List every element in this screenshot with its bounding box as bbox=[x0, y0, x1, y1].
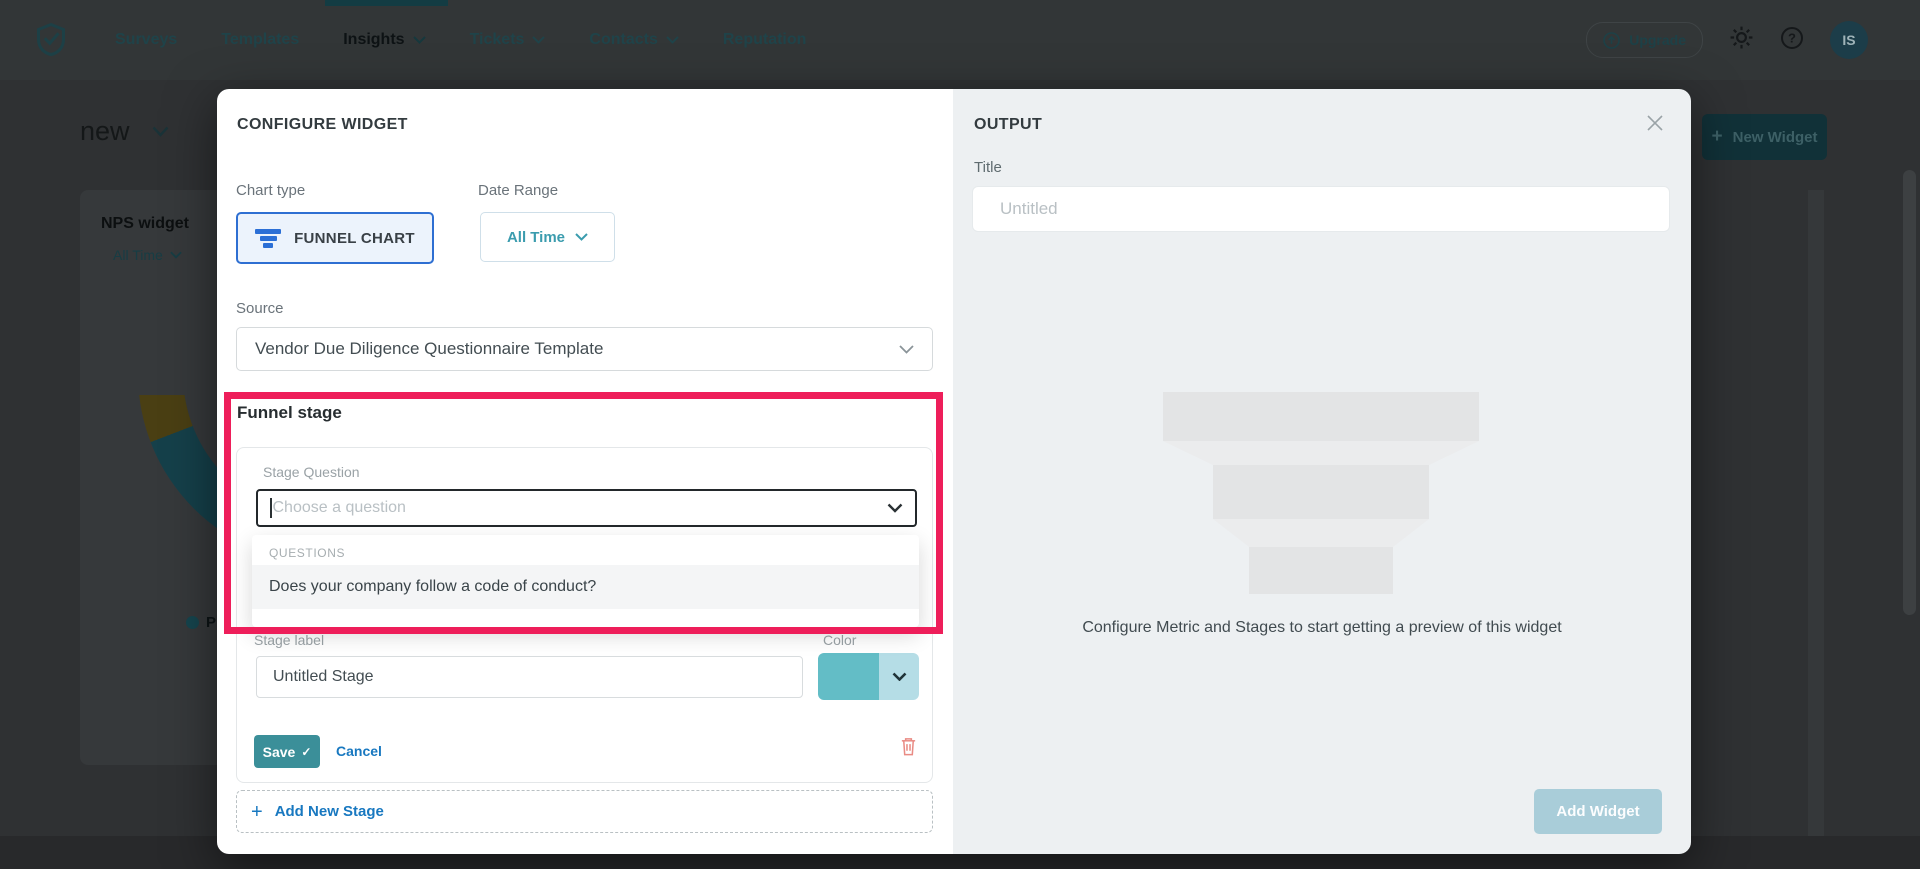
chart-type-funnel-button[interactable]: FUNNEL CHART bbox=[236, 212, 434, 264]
brand-shield-logo-icon[interactable] bbox=[36, 23, 66, 61]
config-panel: CONFIGURE WIDGET Chart type FUNNEL CHART… bbox=[217, 89, 953, 854]
configure-widget-modal: CONFIGURE WIDGET Chart type FUNNEL CHART… bbox=[217, 89, 1691, 854]
funnel-chart-icon bbox=[255, 229, 281, 248]
widget-title-input[interactable] bbox=[972, 186, 1670, 232]
plus-icon: + bbox=[251, 802, 263, 822]
plus-icon: + bbox=[1712, 126, 1723, 148]
output-panel: OUTPUT Title Configure Metric and Stages… bbox=[953, 89, 1691, 854]
funnel-placeholder-bar bbox=[1249, 547, 1393, 594]
chevron-down-icon bbox=[413, 36, 426, 44]
nav-right-cluster: Upgrade ? IS bbox=[1586, 21, 1868, 59]
chevron-down-icon bbox=[666, 36, 679, 44]
output-heading: OUTPUT bbox=[974, 116, 1042, 134]
widget-title-label: Title bbox=[974, 159, 1002, 176]
funnel-placeholder-bar bbox=[1213, 465, 1429, 519]
nps-legend: P bbox=[186, 614, 216, 631]
funnel-placeholder-joint bbox=[1163, 441, 1479, 465]
nav-item-templates[interactable]: Templates bbox=[221, 31, 299, 49]
dropdown-group-label: QUESTIONS bbox=[269, 546, 345, 560]
legend-label: P bbox=[206, 614, 216, 631]
nav-item-reputation[interactable]: Reputation bbox=[723, 31, 807, 49]
nps-date-range[interactable]: All Time bbox=[113, 247, 182, 263]
dashboard-name-dropdown[interactable]: new bbox=[80, 116, 169, 147]
page-title: new bbox=[80, 116, 130, 147]
help-icon[interactable]: ? bbox=[1780, 26, 1804, 55]
funnel-stage-heading: Funnel stage bbox=[237, 403, 342, 423]
chevron-down-icon bbox=[887, 503, 903, 513]
stage-label-label: Stage label bbox=[254, 632, 324, 648]
question-option[interactable]: Does your company follow a code of condu… bbox=[252, 565, 919, 609]
chevron-down-icon bbox=[575, 233, 588, 241]
nav-item-contacts[interactable]: Contacts bbox=[589, 31, 678, 49]
top-navigation: Surveys Templates Insights Tickets Conta… bbox=[0, 0, 1920, 80]
settings-gear-icon[interactable] bbox=[1729, 25, 1754, 55]
stage-editor-card: Stage Question QUESTIONS Does your compa… bbox=[236, 447, 933, 783]
upgrade-arrow-icon bbox=[1603, 32, 1620, 49]
chart-type-label: Chart type bbox=[236, 182, 305, 199]
adjacent-widget-edge bbox=[1808, 190, 1824, 836]
nps-widget-title: NPS widget bbox=[101, 215, 189, 233]
delete-stage-trash-icon[interactable] bbox=[899, 736, 918, 762]
chevron-down-icon bbox=[170, 251, 182, 259]
stage-question-label: Stage Question bbox=[263, 464, 360, 480]
text-cursor bbox=[270, 498, 272, 518]
legend-dot bbox=[186, 616, 199, 629]
cancel-link[interactable]: Cancel bbox=[336, 743, 382, 759]
add-new-stage-button[interactable]: + Add New Stage bbox=[236, 790, 933, 833]
chevron-down-icon bbox=[899, 345, 914, 354]
color-dropdown-section bbox=[879, 653, 919, 700]
new-widget-button[interactable]: + New Widget bbox=[1702, 114, 1827, 160]
upgrade-button[interactable]: Upgrade bbox=[1586, 22, 1703, 58]
selected-color-swatch bbox=[818, 653, 879, 700]
stage-label-input[interactable] bbox=[256, 656, 803, 698]
date-range-label: Date Range bbox=[478, 182, 558, 199]
page-scrollbar[interactable] bbox=[1903, 170, 1916, 615]
funnel-placeholder-bar bbox=[1163, 392, 1479, 441]
config-heading: CONFIGURE WIDGET bbox=[237, 116, 408, 134]
nav-links: Surveys Templates Insights Tickets Conta… bbox=[115, 0, 806, 80]
preview-caption: Configure Metric and Stages to start get… bbox=[953, 619, 1691, 637]
source-select[interactable]: Vendor Due Diligence Questionnaire Templ… bbox=[236, 327, 933, 371]
nav-item-tickets[interactable]: Tickets bbox=[470, 31, 546, 49]
stage-question-input[interactable] bbox=[273, 499, 888, 517]
chevron-down-icon bbox=[532, 36, 545, 44]
add-widget-button[interactable]: Add Widget bbox=[1534, 789, 1662, 834]
source-label: Source bbox=[236, 300, 284, 317]
color-label: Color bbox=[823, 632, 856, 648]
close-icon[interactable] bbox=[1643, 111, 1667, 135]
check-icon: ✓ bbox=[301, 745, 311, 759]
nav-item-insights[interactable]: Insights bbox=[343, 31, 425, 49]
stage-question-combobox[interactable] bbox=[256, 489, 917, 527]
chevron-down-icon bbox=[152, 126, 169, 137]
funnel-placeholder-joint bbox=[1213, 519, 1429, 547]
chevron-down-icon bbox=[892, 672, 907, 681]
svg-text:?: ? bbox=[1788, 30, 1796, 45]
question-dropdown-menu: QUESTIONS Does your company follow a cod… bbox=[252, 535, 919, 627]
user-avatar[interactable]: IS bbox=[1830, 21, 1868, 59]
app-screen: Surveys Templates Insights Tickets Conta… bbox=[0, 0, 1920, 869]
stage-color-picker[interactable] bbox=[818, 653, 919, 700]
nav-item-surveys[interactable]: Surveys bbox=[115, 31, 177, 49]
save-button[interactable]: Save ✓ bbox=[254, 735, 320, 768]
date-range-select[interactable]: All Time bbox=[480, 212, 615, 262]
